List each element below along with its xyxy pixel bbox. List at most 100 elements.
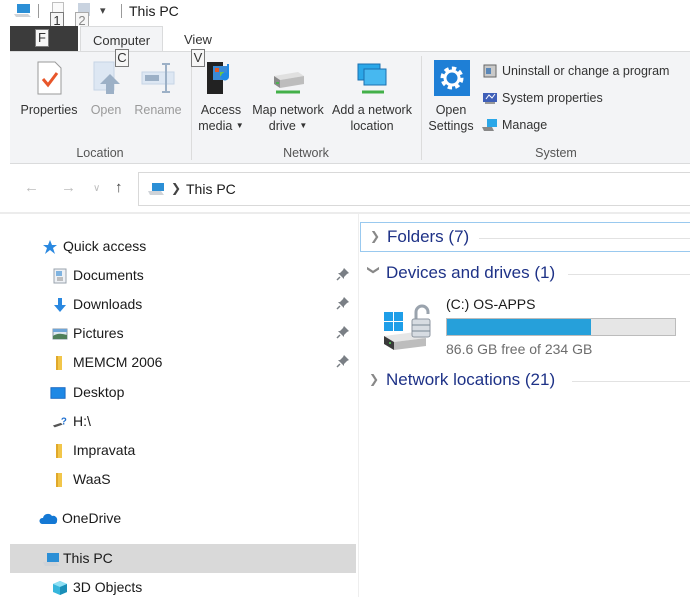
content-pane: ❯ Folders (7) ❯ Devices and drives (1) (… [360,214,690,597]
this-pc-icon [148,183,164,195]
sidebar-item-memcm-2006[interactable]: MEMCM 2006 [10,348,356,377]
navigation-pane: Quick access Documents Downloads Picture… [10,214,356,597]
system-properties-button[interactable]: System properties [482,91,603,105]
tab-computer-label: Computer [93,33,151,48]
sidebar-item-label: This PC [63,550,113,566]
title-separator [121,4,122,18]
title-separator [38,4,39,18]
system-properties-label: System properties [502,91,603,105]
pane-divider[interactable] [358,214,359,597]
navigation-bar: ← → ∨ ↑ ❯ This PC [0,170,690,208]
uninstall-program-button[interactable]: Uninstall or change a program [482,64,669,78]
drive-free-space: 86.6 GB free of 234 GB [446,341,593,357]
expand-chevron-icon[interactable]: ❯ [370,229,380,243]
group-header-label: Devices and drives (1) [386,263,556,282]
ribbon-group-location: Properties Open Rename Location [10,52,190,164]
group-header-devices-and-drives[interactable]: ❯ Devices and drives (1) [360,259,690,289]
folder-icon [56,473,62,487]
bitlocker-drive-icon [384,304,431,350]
folder-icon [56,356,62,370]
sidebar-item-impravata[interactable]: Impravata [10,436,356,465]
sidebar-item-label: Quick access [63,238,147,254]
sidebar-item-label: OneDrive [62,510,122,526]
onedrive-cloud-icon [39,513,58,524]
properties-button[interactable]: Properties [14,58,84,118]
svg-text:?: ? [61,417,67,428]
pictures-icon [52,328,68,340]
collapse-chevron-icon[interactable]: ❯ [367,265,381,275]
recent-locations-chevron-icon[interactable]: ∨ [93,183,100,194]
rename-button[interactable]: Rename [130,58,186,118]
back-arrow-icon[interactable]: ← [24,179,39,196]
this-pc-icon [43,553,59,566]
sidebar-item-3d-objects[interactable]: 3D Objects [10,573,356,597]
access-media-icon [203,58,239,98]
customize-quick-access-icon[interactable]: ▾ [100,4,106,17]
ribbon: Properties Open Rename Location Access m… [10,51,690,164]
uninstall-program-icon [482,64,498,78]
dropdown-caret-icon: ▼ [299,121,308,130]
sidebar-item-label: MEMCM 2006 [73,354,163,370]
breadcrumb-chevron-icon[interactable]: ❯ [171,181,181,195]
pin-icon[interactable] [336,296,350,310]
open-settings-label-2: Settings [428,119,474,133]
tab-file[interactable]: F [10,26,78,52]
sidebar-item-desktop[interactable]: Desktop [10,378,356,407]
manage-label: Manage [502,118,548,132]
forward-arrow-icon[interactable]: → [61,179,76,196]
group-header-folders[interactable]: ❯ Folders (7) [360,222,690,252]
map-network-drive-label-1: Map network [252,103,324,117]
sidebar-item-pictures[interactable]: Pictures [10,319,356,348]
disconnected-drive-icon: ? [52,417,67,428]
keytip-f: F [35,29,49,47]
expand-chevron-icon[interactable]: ❯ [369,372,379,386]
sidebar-item-label: H:\ [73,413,91,429]
manage-button[interactable]: Manage [482,118,547,132]
network-group-label: Network [283,146,329,160]
settings-gear-icon [433,58,470,98]
group-header-line [572,381,690,382]
pin-icon[interactable] [336,267,350,281]
group-header-network-locations[interactable]: ❯ Network locations (21) [360,366,690,396]
group-header-label: Folders (7) [387,227,470,246]
up-arrow-icon[interactable]: ↑ [115,179,123,196]
drive-usage-bar [446,318,676,336]
properties-label: Properties [20,103,78,117]
sidebar-item-label: Pictures [73,325,124,341]
drive-item-c[interactable]: (C:) OS-APPS 86.6 GB free of 234 GB [382,296,682,358]
sidebar-item-documents[interactable]: Documents [10,261,356,290]
location-group-label: Location [76,146,124,160]
this-pc-icon [14,4,31,17]
pin-icon[interactable] [336,325,350,339]
open-label: Open [90,103,122,117]
ribbon-tabs: F Computer View [0,26,690,52]
access-media-button[interactable]: Access media ▼ [196,58,246,134]
system-properties-icon [482,91,498,105]
manage-computer-icon [482,118,498,132]
add-network-location-icon [354,58,390,98]
ribbon-group-network: Access media ▼ Map network drive ▼ Add a… [192,52,420,164]
sidebar-item-label: WaaS [73,471,111,487]
open-settings-button[interactable]: Open Settings [426,58,476,134]
sidebar-item-label: Downloads [73,296,143,312]
sidebar-item-onedrive[interactable]: OneDrive [10,504,356,533]
sidebar-item-quick-access[interactable]: Quick access [10,232,356,261]
sidebar-item-downloads[interactable]: Downloads [10,290,356,319]
map-network-drive-button[interactable]: Map network drive ▼ [248,58,328,134]
sidebar-item-label: 3D Objects [73,579,143,595]
open-button[interactable]: Open [84,58,128,118]
uninstall-program-label: Uninstall or change a program [502,64,670,78]
sidebar-item-waas[interactable]: WaaS [10,465,356,494]
pin-icon[interactable] [336,354,350,368]
dropdown-caret-icon: ▼ [235,121,244,130]
add-network-location-button[interactable]: Add a network location [328,58,416,134]
sidebar-item-h-drive[interactable]: ? H:\ [10,407,356,436]
address-bar[interactable]: ❯ This PC [138,172,690,206]
add-network-location-label-1: Add a network [332,103,412,117]
3d-objects-icon [53,581,67,595]
breadcrumb-this-pc[interactable]: This PC [186,181,236,197]
sidebar-item-this-pc[interactable]: This PC [10,544,356,573]
sidebar-item-label: Desktop [73,384,125,400]
properties-checkmark-icon [31,58,67,98]
keytip-c: C [115,49,129,67]
